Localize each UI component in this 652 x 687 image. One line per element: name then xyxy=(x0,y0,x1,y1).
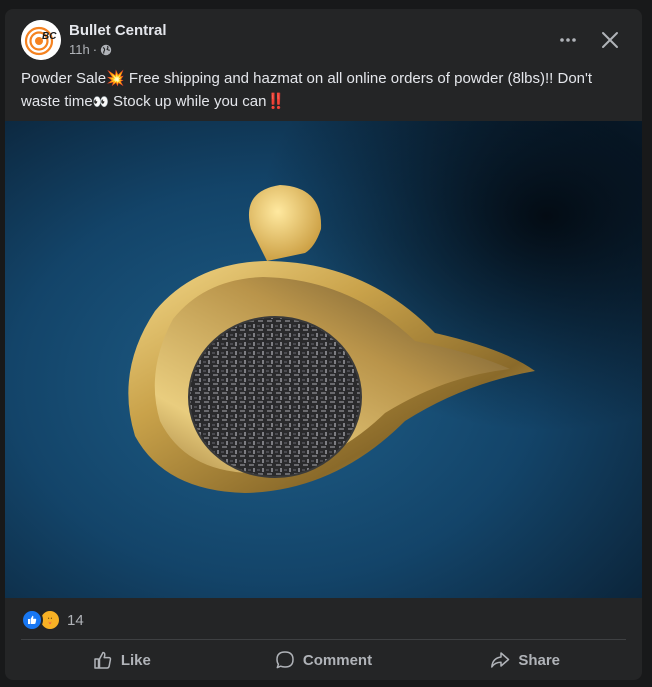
close-post-button[interactable] xyxy=(594,24,626,56)
more-options-button[interactable] xyxy=(552,24,584,56)
ellipsis-icon xyxy=(560,38,576,42)
share-label: Share xyxy=(518,651,561,669)
share-arrow-icon xyxy=(491,652,510,668)
post-card: BC Bullet Central 11h · Powder Sale💥 Fre… xyxy=(5,9,642,680)
like-reaction-icon xyxy=(21,609,43,631)
avatar-text: BC xyxy=(42,31,57,42)
thumbs-up-icon xyxy=(94,651,112,669)
comment-button[interactable]: Comment xyxy=(223,642,425,678)
meta-separator: · xyxy=(92,42,98,57)
post-text-part: Powder Sale xyxy=(21,70,107,87)
like-button[interactable]: Like xyxy=(21,642,223,678)
avatar[interactable]: BC xyxy=(21,20,61,60)
close-icon xyxy=(602,32,618,48)
action-bar: Like Comment Share xyxy=(21,642,626,678)
reactions-summary[interactable]: 14 xyxy=(21,609,84,631)
bullet-central-logo-icon: BC xyxy=(21,20,61,60)
post-header: BC Bullet Central 11h · xyxy=(21,20,626,60)
comment-bubble-icon xyxy=(276,651,294,669)
comment-label: Comment xyxy=(302,651,373,669)
like-label: Like xyxy=(120,651,151,669)
eyes-emoji: 👀 xyxy=(92,95,109,110)
double-exclamation-emoji: ‼️ xyxy=(266,92,285,110)
post-meta: 11h · xyxy=(69,42,112,57)
post-author-name[interactable]: Bullet Central xyxy=(69,22,167,39)
divider xyxy=(21,639,626,640)
post-timestamp[interactable]: 11h xyxy=(69,42,90,57)
reaction-count[interactable]: 14 xyxy=(67,612,84,629)
post-text: Powder Sale💥 Free shipping and hazmat on… xyxy=(21,67,621,114)
post-text-part: Stock up while you can xyxy=(108,93,267,110)
share-button[interactable]: Share xyxy=(424,642,626,678)
globe-icon[interactable] xyxy=(100,44,112,56)
collision-emoji: 💥 xyxy=(106,69,125,87)
post-photo[interactable] xyxy=(5,121,642,598)
